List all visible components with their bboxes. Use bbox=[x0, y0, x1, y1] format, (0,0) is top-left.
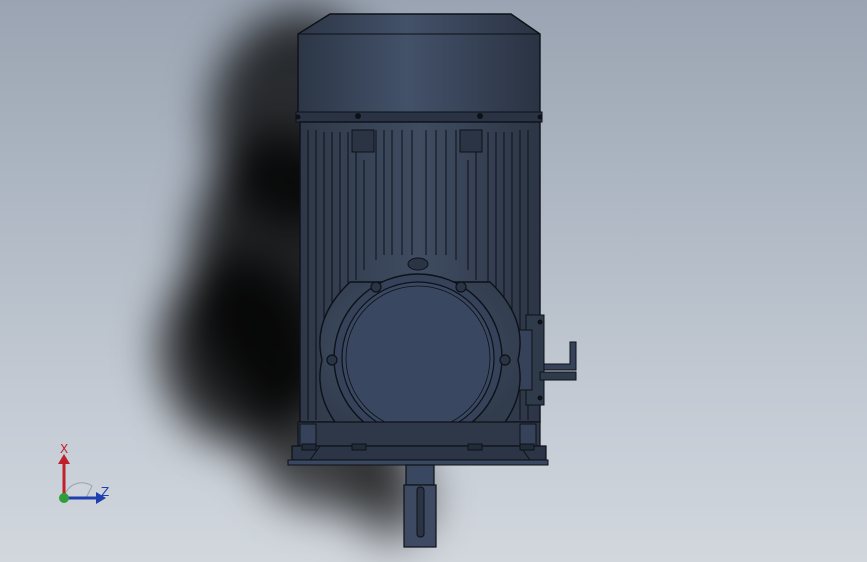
graphics-viewport[interactable]: X Z bbox=[0, 0, 867, 562]
end-shield-flange[interactable] bbox=[319, 273, 521, 443]
x-axis-label: X bbox=[60, 442, 69, 456]
y-axis-dot bbox=[59, 493, 69, 503]
output-shaft[interactable] bbox=[403, 464, 437, 548]
axis-triad-icon: X Z bbox=[40, 440, 130, 520]
mounting-feet[interactable] bbox=[287, 421, 549, 466]
motor-model[interactable] bbox=[0, 0, 867, 562]
fan-cover[interactable] bbox=[295, 13, 543, 123]
z-axis-label: Z bbox=[101, 485, 110, 499]
